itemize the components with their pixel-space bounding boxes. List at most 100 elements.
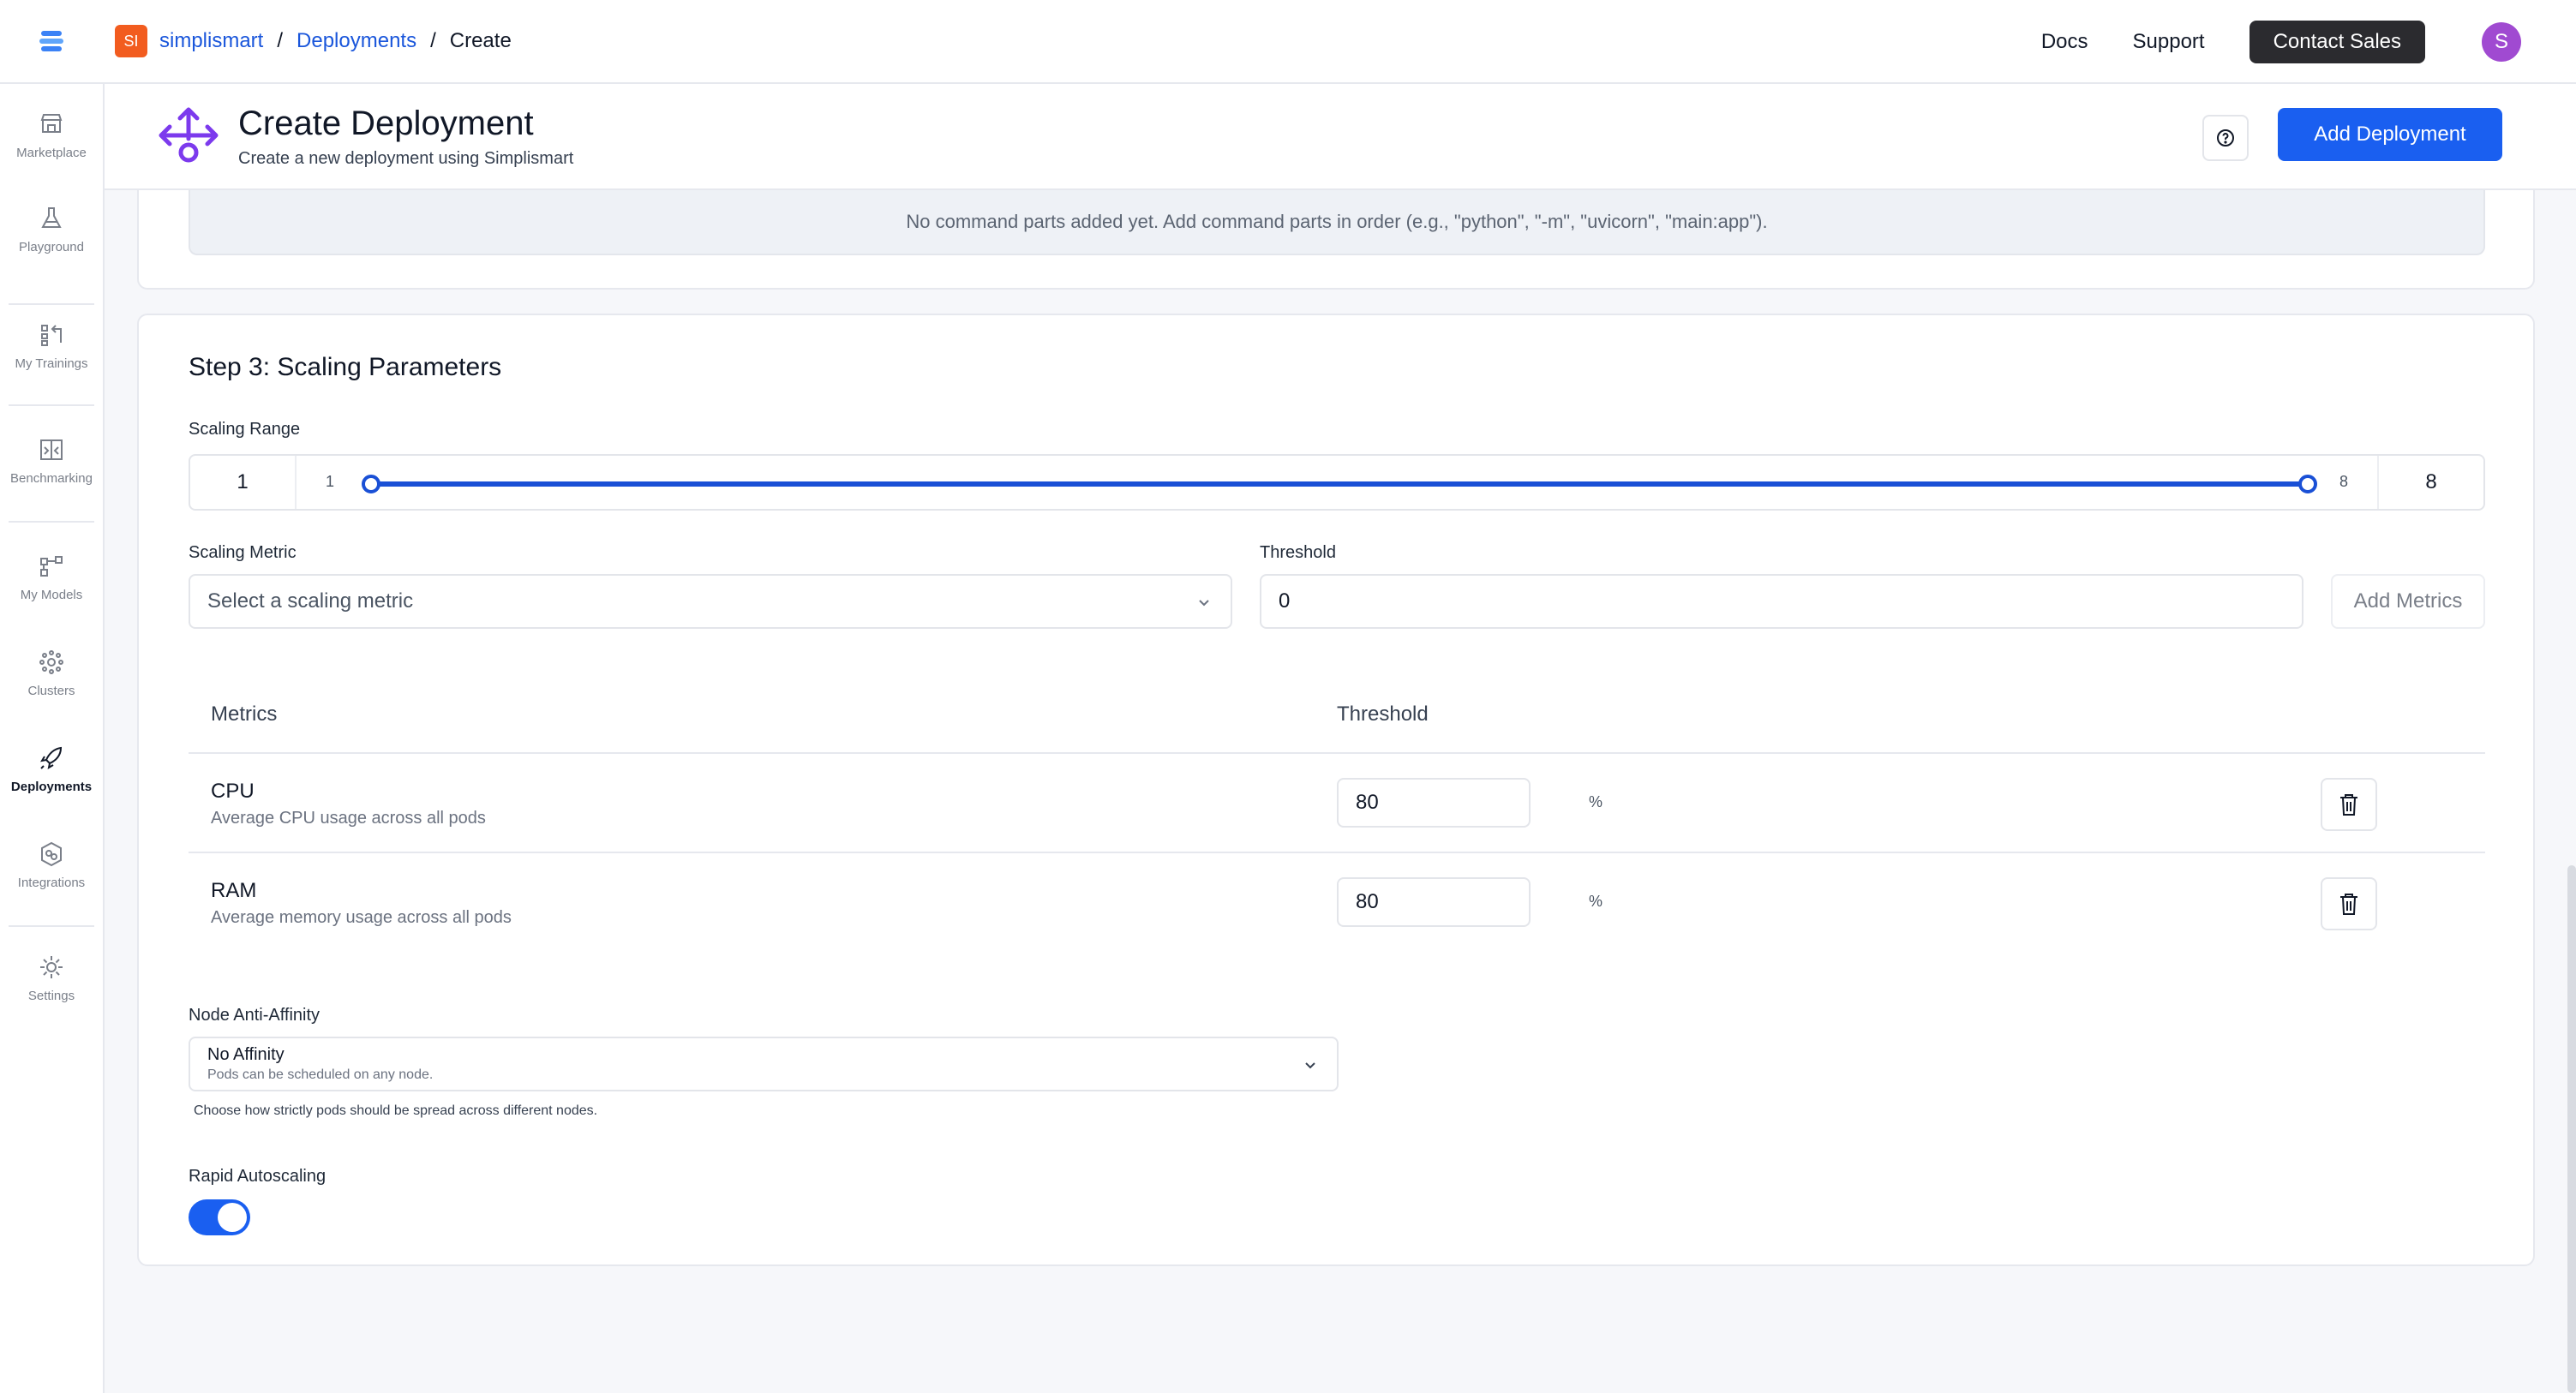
sidebar-item-label: My Trainings <box>15 356 88 371</box>
scaling-metric-placeholder: Select a scaling metric <box>207 589 414 613</box>
sidebar-item-label: Deployments <box>10 780 93 794</box>
column-header-metrics: Metrics <box>211 702 278 726</box>
scaling-range: 1 1 8 8 <box>189 454 2485 511</box>
sidebar-divider <box>9 404 94 406</box>
table-row: RAM Average memory usage across all pods… <box>189 853 2485 953</box>
avatar[interactable]: S <box>2482 22 2521 62</box>
rocket-icon <box>39 746 63 770</box>
sidebar-divider <box>9 925 94 927</box>
sidebar-divider <box>9 521 94 523</box>
sidebar-item-marketplace[interactable]: Marketplace <box>0 110 103 160</box>
range-max-tick: 8 <box>2339 473 2349 490</box>
breadcrumb: SI simplismart / Deployments / Create <box>115 25 512 57</box>
sidebar-item-label: Settings <box>27 989 75 1003</box>
help-icon <box>2217 129 2234 146</box>
benchmark-icon <box>40 439 63 460</box>
table-header: Metrics Threshold <box>189 675 2485 754</box>
node-anti-affinity-label: Node Anti-Affinity <box>189 1006 321 1025</box>
rapid-autoscaling-toggle[interactable] <box>189 1199 250 1235</box>
support-link[interactable]: Support <box>2133 30 2205 54</box>
sidebar-item-deployments[interactable]: Deployments <box>0 744 103 794</box>
add-deployment-button[interactable]: Add Deployment <box>2278 108 2502 161</box>
column-header-threshold: Threshold <box>1337 702 1429 726</box>
sidebar-item-settings[interactable]: Settings <box>0 953 103 1003</box>
logo-icon <box>39 31 63 51</box>
trash-icon <box>2340 794 2357 816</box>
page-header: Create Deployment Create a new deploymen… <box>105 84 2576 190</box>
integrations-icon <box>41 841 62 867</box>
trainings-icon <box>41 325 62 346</box>
scaling-metric-select[interactable]: Select a scaling metric <box>189 574 1232 629</box>
range-min-input[interactable]: 1 <box>190 456 297 509</box>
metric-description: Average memory usage across all pods <box>211 908 512 927</box>
section-title: Step 3: Scaling Parameters <box>189 353 502 381</box>
page-scrollbar[interactable] <box>2567 865 2576 1393</box>
trash-icon <box>2340 894 2357 915</box>
sidebar-divider <box>9 303 94 305</box>
table-row: CPU Average CPU usage across all pods 80… <box>189 754 2485 853</box>
rapid-autoscaling-label: Rapid Autoscaling <box>189 1167 326 1186</box>
sidebar-item-benchmarking[interactable]: Benchmarking <box>0 435 103 486</box>
affinity-selected: No Affinity <box>207 1045 285 1064</box>
range-track[interactable] <box>372 481 2307 487</box>
sidebar-item-integrations[interactable]: Integrations <box>0 840 103 890</box>
help-button[interactable] <box>2202 115 2249 161</box>
sidebar-item-label: Benchmarking <box>10 471 93 486</box>
threshold-label: Threshold <box>1260 543 1336 562</box>
breadcrumb-separator: / <box>430 29 436 52</box>
scaling-metric-label: Scaling Metric <box>189 543 297 562</box>
command-empty-note: No command parts added yet. Add command … <box>189 190 2485 255</box>
models-icon <box>40 556 63 577</box>
delete-metric-button[interactable] <box>2321 778 2377 831</box>
metrics-table: Metrics Threshold CPU Average CPU usage … <box>189 675 2485 953</box>
sidebar-item-clusters[interactable]: Clusters <box>0 648 103 698</box>
chevron-down-icon <box>1199 600 1209 607</box>
docs-link[interactable]: Docs <box>2041 30 2088 54</box>
app-logo[interactable] <box>0 0 103 83</box>
range-max-input[interactable]: 8 <box>2377 456 2483 509</box>
scaling-card: Step 3: Scaling Parameters Scaling Range… <box>137 314 2535 1266</box>
clusters-icon <box>39 650 63 674</box>
breadcrumb-separator: / <box>277 29 284 52</box>
contact-sales-button[interactable]: Contact Sales <box>2249 21 2425 63</box>
breadcrumb-current: Create <box>449 29 512 52</box>
affinity-help-text: Choose how strictly pods should be sprea… <box>194 1103 598 1118</box>
sidebar-item-label: Integrations <box>17 876 86 890</box>
command-card: No command parts added yet. Add command … <box>137 190 2535 290</box>
gear-icon <box>40 956 63 978</box>
top-bar: SI simplismart / Deployments / Create Do… <box>0 0 2576 84</box>
page-title: Create Deployment <box>238 105 534 142</box>
sidebar: Marketplace Playground My Trainings Benc… <box>0 84 105 1393</box>
sidebar-item-my-models[interactable]: My Models <box>0 552 103 602</box>
metric-name: RAM <box>211 879 257 902</box>
range-min-tick: 1 <box>326 473 335 490</box>
affinity-selected-description: Pods can be scheduled on any node. <box>207 1067 434 1082</box>
chevron-down-icon <box>1305 1062 1315 1069</box>
metric-unit: % <box>1589 893 1603 910</box>
org-badge: SI <box>115 25 147 57</box>
threshold-input[interactable]: 0 <box>1260 574 2303 629</box>
node-anti-affinity-select[interactable]: No Affinity Pods can be scheduled on any… <box>189 1037 1339 1091</box>
sidebar-item-my-trainings[interactable]: My Trainings <box>0 320 103 371</box>
metric-threshold-input[interactable]: 80 <box>1337 778 1531 828</box>
metric-description: Average CPU usage across all pods <box>211 809 486 828</box>
deployment-arrows-icon <box>159 107 219 163</box>
scaling-range-label: Scaling Range <box>189 420 301 439</box>
metric-name: CPU <box>211 780 255 803</box>
metric-threshold-input[interactable]: 80 <box>1337 877 1531 927</box>
breadcrumb-deployments-link[interactable]: Deployments <box>297 29 416 53</box>
sidebar-item-label: Clusters <box>27 684 75 698</box>
metric-unit: % <box>1589 793 1603 810</box>
top-actions: Docs Support Contact Sales S <box>2041 0 2576 84</box>
range-max-thumb[interactable] <box>2298 475 2317 493</box>
sidebar-item-label: Marketplace <box>16 146 87 160</box>
add-metrics-button[interactable]: Add Metrics <box>2331 574 2485 629</box>
sidebar-item-label: Playground <box>19 240 84 254</box>
range-min-thumb[interactable] <box>362 475 380 493</box>
flask-icon <box>41 207 62 228</box>
breadcrumb-org-link[interactable]: simplismart <box>159 29 263 53</box>
sidebar-item-playground[interactable]: Playground <box>0 204 103 254</box>
sidebar-item-label: My Models <box>20 588 83 602</box>
delete-metric-button[interactable] <box>2321 877 2377 930</box>
storefront-icon <box>40 114 63 133</box>
